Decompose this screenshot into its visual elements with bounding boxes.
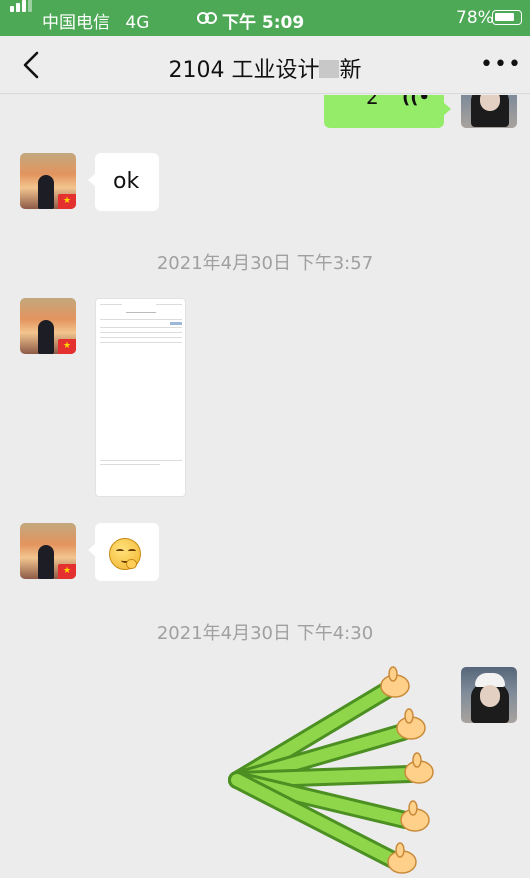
timestamp: 2021年4月30日 下午4:30 [156, 623, 374, 644]
chat-area[interactable]: 2" ((• ★ ok 2021年4月30日 下午3:57 ★ ★ 2021年4… [0, 95, 530, 878]
network-type: 4G [125, 13, 150, 33]
flag-icon: ★ [58, 339, 76, 354]
image-message[interactable] [95, 298, 186, 497]
flag-icon: ★ [58, 194, 76, 209]
friend-avatar[interactable]: ★ [20, 523, 76, 579]
timestamp: 2021年4月30日 下午3:57 [156, 253, 374, 274]
battery-icon [492, 10, 522, 25]
carrier-name: 中国电信 [42, 13, 110, 33]
carrier-label: 中国电信 4G [42, 8, 149, 33]
status-time: 下午 5:09 [222, 13, 305, 33]
nav-bar: 2104 工业设计新 ••• [0, 36, 530, 94]
thumbs-up-sticker[interactable] [225, 660, 445, 878]
my-avatar[interactable] [461, 95, 517, 128]
smirk-emoji-icon [109, 538, 141, 570]
friend-avatar[interactable]: ★ [20, 298, 76, 354]
voice-wave-icon: ((• [402, 95, 430, 108]
message-bubble[interactable]: ok [88, 153, 159, 211]
chat-title-text: 2104 工业设计 [168, 58, 320, 83]
link-icon [197, 12, 217, 24]
voice-duration: 2" [366, 95, 388, 109]
friend-avatar[interactable]: ★ [20, 153, 76, 209]
voice-message-bubble[interactable]: 2" ((• [324, 95, 451, 128]
status-bar: 中国电信 4G 下午 5:09 78% [0, 0, 530, 36]
flag-icon: ★ [58, 564, 76, 579]
battery-percent: 78% [456, 8, 494, 28]
my-avatar[interactable] [461, 667, 517, 723]
chat-title: 2104 工业设计新 [0, 52, 530, 84]
more-icon[interactable]: ••• [480, 52, 522, 77]
message-text: ok [113, 169, 140, 194]
redacted-mark [319, 60, 340, 78]
chat-title-suffix: 新 [339, 58, 362, 83]
